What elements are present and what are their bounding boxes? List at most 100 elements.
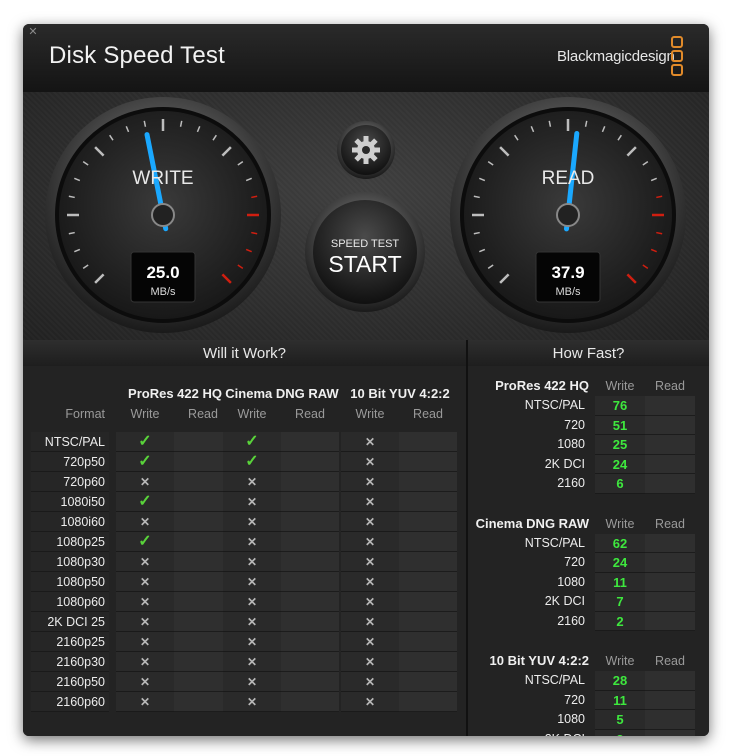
cross-icon: ✕ [223, 592, 281, 612]
brand-logo-icon [671, 36, 683, 78]
format-label: 720p60 [63, 475, 105, 489]
check-icon: ✓ [116, 492, 174, 512]
start-button[interactable]: SPEED TEST START [305, 192, 425, 312]
read-speed [645, 474, 695, 494]
gauges-svg: WRITE 25.0 MB/s READ 37.9 MB/s SPEED TES… [45, 97, 686, 333]
resolution-label: 1080 [557, 574, 585, 589]
read-cell [399, 512, 457, 532]
format-label: 1080p50 [56, 575, 105, 589]
check-icon: ✓ [223, 432, 281, 452]
read-speed [645, 690, 695, 710]
write-speed: 11 [595, 572, 645, 592]
resolution-label: NTSC/PAL [524, 535, 585, 550]
read-speed [645, 592, 695, 612]
write-speed: 51 [595, 415, 645, 435]
cross-icon: ✕ [341, 632, 399, 652]
read-cell [281, 512, 339, 532]
write-column-header: Write [605, 379, 635, 393]
cross-icon: ✕ [116, 652, 174, 672]
write-speed: 3 [595, 729, 645, 736]
brand-name: Blackmagicdesign [557, 48, 675, 65]
read-cell [281, 632, 339, 652]
start-button-caption: SPEED TEST [331, 238, 400, 250]
cross-icon: ✕ [223, 672, 281, 692]
check-icon: ✓ [223, 452, 281, 472]
format-label: 720p50 [63, 455, 105, 469]
read-cell [281, 552, 339, 572]
cross-icon: ✕ [341, 672, 399, 692]
how-fast-title: How Fast? [468, 340, 709, 366]
cross-icon: ✕ [341, 452, 399, 472]
settings-button[interactable] [337, 121, 395, 179]
format-label: NTSC/PAL [44, 435, 105, 449]
write-speed: 76 [595, 396, 645, 416]
format-column-header: Format [65, 407, 105, 421]
cross-icon: ✕ [341, 592, 399, 612]
cross-icon: ✕ [341, 552, 399, 572]
read-speed [645, 671, 695, 691]
app-window: ✕ Disk Speed Test Blackmagicdesign WRITE… [23, 24, 709, 736]
write-speed: 28 [595, 671, 645, 691]
cross-icon: ✕ [116, 592, 174, 612]
read-speed [645, 396, 695, 416]
format-label: 2160p50 [56, 675, 105, 689]
how-fast-section-header: 10 Bit YUV 4:2:2 [489, 653, 589, 668]
cross-icon: ✕ [223, 532, 281, 552]
write-column-header: Write [605, 516, 635, 531]
read-cell [399, 572, 457, 592]
cross-icon: ✕ [116, 512, 174, 532]
write-unit: MB/s [150, 286, 176, 298]
write-gauge: WRITE 25.0 MB/s [45, 97, 281, 333]
resolution-label: 720 [564, 555, 585, 569]
format-label: 2160p25 [56, 635, 105, 649]
read-cell [281, 672, 339, 692]
read-cell [281, 452, 339, 472]
cross-icon: ✕ [341, 692, 399, 712]
cross-icon: ✕ [116, 672, 174, 692]
format-label: 2160p60 [56, 695, 105, 709]
will-it-work-title: Will it Work? [23, 340, 466, 366]
write-speed: 24 [595, 553, 645, 573]
check-icon: ✓ [116, 432, 174, 452]
resolution-label: 2160 [557, 613, 585, 628]
panel-divider [466, 340, 468, 736]
cross-icon: ✕ [116, 632, 174, 652]
read-speed [645, 729, 695, 736]
cross-icon: ✕ [116, 572, 174, 592]
write-speed: 11 [595, 690, 645, 710]
close-icon[interactable]: ✕ [27, 27, 39, 38]
cross-icon: ✕ [116, 552, 174, 572]
read-gauge: READ 37.9 MB/s [450, 97, 686, 333]
cross-icon: ✕ [223, 632, 281, 652]
read-cell [281, 432, 339, 452]
cross-icon: ✕ [116, 472, 174, 492]
resolution-label: 1080 [557, 437, 585, 451]
cross-icon: ✕ [341, 572, 399, 592]
resolution-label: 1080 [557, 712, 585, 726]
read-cell [399, 612, 457, 632]
read-cell [399, 592, 457, 612]
group-header: Cinema DNG RAW [225, 386, 339, 401]
format-label: 2K DCI 25 [47, 615, 105, 629]
read-cell [399, 552, 457, 572]
write-speed: 25 [595, 435, 645, 455]
write-speed: 62 [595, 533, 645, 553]
read-cell [399, 472, 457, 492]
read-cell [399, 492, 457, 512]
write-column-header: Write [605, 654, 635, 668]
resolution-label: NTSC/PAL [524, 673, 585, 687]
format-label: 1080i60 [60, 515, 106, 529]
read-value: 37.9 [551, 263, 584, 282]
gear-icon [352, 136, 380, 164]
read-cell [281, 652, 339, 672]
read-cell [399, 532, 457, 552]
resolution-label: 2K DCI [544, 456, 585, 471]
format-label: 1080p60 [56, 595, 105, 609]
cross-icon: ✕ [223, 612, 281, 632]
read-column-header: Read [655, 379, 685, 393]
cross-icon: ✕ [223, 492, 281, 512]
read-speed [645, 435, 695, 455]
format-label: 1080p30 [56, 555, 105, 569]
write-speed: 24 [595, 454, 645, 474]
cross-icon: ✕ [341, 472, 399, 492]
